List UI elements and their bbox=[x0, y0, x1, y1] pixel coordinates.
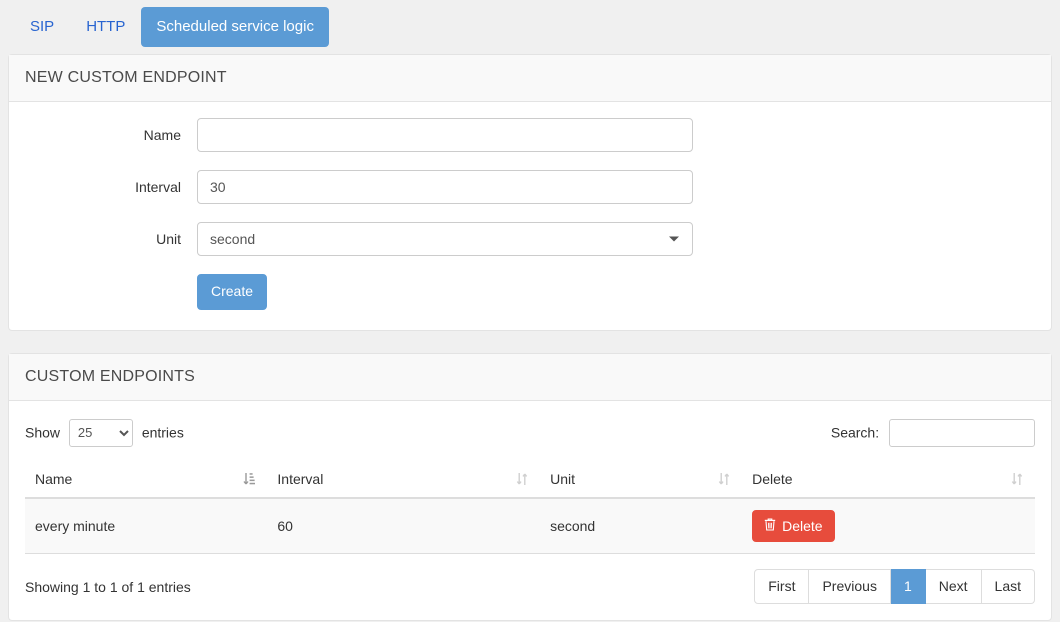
table-header-row: Name Interval Unit Delete bbox=[25, 462, 1035, 499]
custom-endpoints-title: CUSTOM ENDPOINTS bbox=[9, 353, 1051, 401]
search-label: Search: bbox=[830, 424, 880, 441]
new-custom-endpoint-panel: NEW CUSTOM ENDPOINT Name Interval Unit s… bbox=[8, 54, 1052, 331]
table-row: every minute 60 second Delete bbox=[25, 497, 1035, 554]
interval-label: Interval bbox=[135, 179, 181, 195]
column-header-name-label: Name bbox=[35, 470, 73, 487]
table-head: Name Interval Unit Delete bbox=[25, 462, 1035, 499]
tab-bar: SIP HTTP Scheduled service logic bbox=[0, 0, 1060, 54]
pagination-page-1[interactable]: 1 bbox=[890, 568, 926, 605]
tab-http[interactable]: HTTP bbox=[70, 8, 141, 46]
unit-label: Unit bbox=[156, 231, 181, 247]
sort-none-icon bbox=[1011, 472, 1023, 486]
column-header-unit-label: Unit bbox=[550, 470, 575, 487]
tab-scheduled-service-logic[interactable]: Scheduled service logic bbox=[141, 7, 329, 47]
length-menu-suffix: entries bbox=[141, 424, 184, 441]
form-row-name: Name bbox=[25, 118, 1035, 152]
form-row-submit: Create bbox=[25, 274, 1035, 310]
custom-endpoints-table: Name Interval Unit Delete every minute 6… bbox=[25, 462, 1035, 554]
sort-none-icon bbox=[718, 472, 730, 486]
column-header-name[interactable]: Name bbox=[25, 462, 268, 499]
search-input[interactable] bbox=[889, 418, 1035, 447]
entries-per-page-select[interactable]: 102550100 bbox=[68, 418, 133, 447]
name-label: Name bbox=[143, 127, 181, 143]
cell-unit: second bbox=[540, 497, 743, 554]
panel-gap bbox=[0, 331, 1060, 353]
length-menu: Show 102550100 entries bbox=[25, 418, 184, 447]
new-custom-endpoint-form: Name Interval Unit secondminutehourday C… bbox=[9, 102, 1051, 330]
interval-input[interactable] bbox=[197, 170, 693, 204]
cell-interval: 60 bbox=[267, 497, 541, 554]
search-box: Search: bbox=[830, 418, 1035, 447]
delete-button[interactable]: Delete bbox=[752, 509, 835, 542]
column-header-delete[interactable]: Delete bbox=[742, 462, 1035, 499]
delete-button-label: Delete bbox=[782, 517, 823, 534]
sort-none-icon bbox=[516, 472, 528, 486]
create-button[interactable]: Create bbox=[197, 274, 268, 310]
custom-endpoints-panel: CUSTOM ENDPOINTS Show 102550100 entries … bbox=[8, 352, 1052, 622]
cell-delete: Delete bbox=[742, 497, 1035, 554]
name-input[interactable] bbox=[197, 118, 693, 152]
table-body: every minute 60 second Delete bbox=[25, 497, 1035, 554]
pagination-next[interactable]: Next bbox=[925, 568, 982, 605]
pagination-last[interactable]: Last bbox=[981, 568, 1035, 605]
new-custom-endpoint-title: NEW CUSTOM ENDPOINT bbox=[9, 55, 1051, 102]
form-row-interval: Interval bbox=[25, 170, 1035, 204]
table-info: Showing 1 to 1 of 1 entries bbox=[25, 578, 191, 595]
length-menu-prefix: Show bbox=[25, 424, 61, 441]
column-header-interval[interactable]: Interval bbox=[267, 462, 541, 499]
sort-asc-icon bbox=[243, 472, 256, 486]
column-header-unit[interactable]: Unit bbox=[540, 462, 743, 499]
custom-endpoints-body: Show 102550100 entries Search: Name bbox=[9, 401, 1051, 621]
cell-name: every minute bbox=[25, 497, 268, 554]
form-row-unit: Unit secondminutehourday bbox=[25, 222, 1035, 256]
unit-select[interactable]: secondminutehourday bbox=[197, 222, 693, 256]
column-header-delete-label: Delete bbox=[752, 470, 793, 487]
tab-sip[interactable]: SIP bbox=[14, 8, 70, 46]
trash-icon bbox=[764, 517, 776, 535]
pagination-previous[interactable]: Previous bbox=[809, 568, 891, 605]
table-footer: Showing 1 to 1 of 1 entries First Previo… bbox=[25, 554, 1035, 605]
unit-select-wrap: secondminutehourday bbox=[197, 222, 693, 256]
pagination-first[interactable]: First bbox=[754, 568, 810, 605]
column-header-interval-label: Interval bbox=[277, 470, 324, 487]
pagination: First Previous 1 Next Last bbox=[754, 568, 1035, 605]
table-toolbar: Show 102550100 entries Search: bbox=[25, 417, 1035, 463]
